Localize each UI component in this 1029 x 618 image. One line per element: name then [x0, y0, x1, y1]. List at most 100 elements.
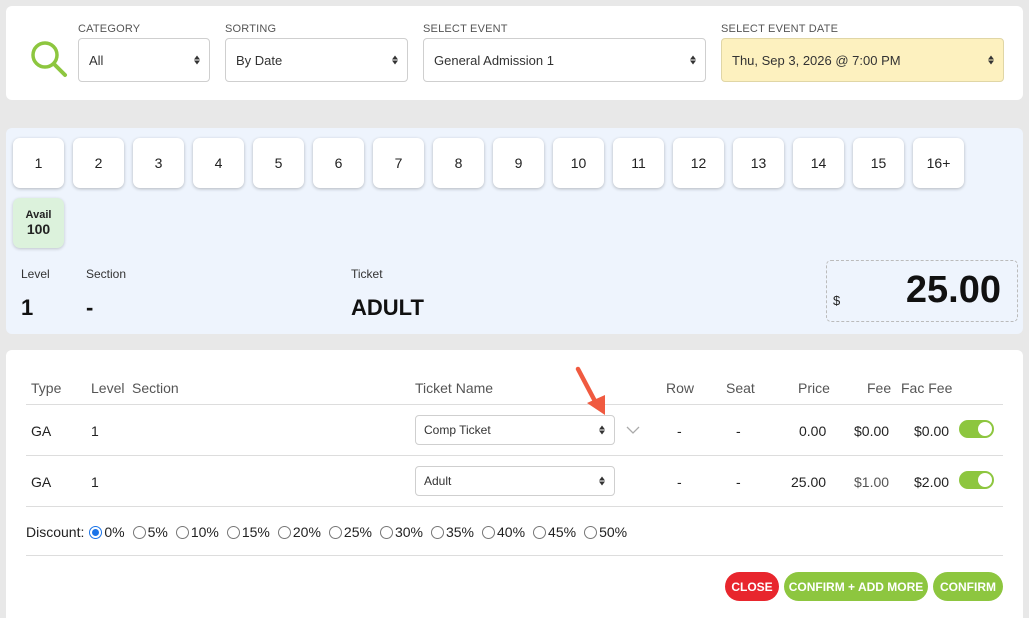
discount-option-15[interactable]: 15%	[226, 524, 270, 540]
sorting-select[interactable]: By Date	[225, 38, 408, 82]
row2-level: 1	[91, 474, 99, 490]
radio-icon[interactable]	[277, 525, 291, 539]
red-arrow-pointer-icon	[575, 366, 605, 415]
quantity-panel: 1 2 3 4 5 6 7 8 9 10 11 12 13 14 15 16+ …	[6, 128, 1023, 334]
quantity-button-9[interactable]: 9	[493, 138, 544, 188]
row2-ticket-select[interactable]: Adult	[415, 466, 615, 496]
quantity-button-7[interactable]: 7	[373, 138, 424, 188]
event-value: General Admission 1	[434, 52, 554, 68]
quantity-button-16plus[interactable]: 16+	[913, 138, 964, 188]
discount-option-0[interactable]: 0%	[89, 524, 125, 540]
discount-option-35[interactable]: 35%	[430, 524, 474, 540]
quantity-button-12[interactable]: 12	[673, 138, 724, 188]
row1-fac-fee: $0.00	[914, 423, 950, 439]
quantity-button-15[interactable]: 15	[853, 138, 904, 188]
quantity-button-10[interactable]: 10	[553, 138, 604, 188]
quantity-button-5[interactable]: 5	[253, 138, 304, 188]
confirm-add-more-button[interactable]: CONFIRM + ADD MORE	[784, 572, 928, 601]
quantity-button-4[interactable]: 4	[193, 138, 244, 188]
ticket-value: ADULT	[351, 295, 424, 320]
discount-option-20[interactable]: 20%	[277, 524, 321, 540]
radio-icon[interactable]	[132, 525, 146, 539]
section-value: -	[86, 295, 94, 320]
section-label: Section	[86, 267, 127, 281]
row1-ticket-name: Comp Ticket	[424, 423, 491, 437]
price-amount: 25.00	[905, 269, 1001, 311]
sorting-value: By Date	[236, 52, 283, 68]
select-arrows-icon	[599, 425, 605, 435]
row2-ticket-name: Adult	[424, 474, 452, 488]
divider	[26, 404, 1003, 405]
row2-fac-fee: $2.00	[914, 474, 950, 490]
category-label: CATEGORY	[78, 23, 141, 35]
select-arrows-icon	[690, 55, 696, 65]
price-display: $ 25.00	[826, 260, 1018, 322]
level-value: 1	[21, 295, 34, 320]
discount-option-40[interactable]: 40%	[482, 524, 525, 540]
avail-label: Avail	[25, 209, 52, 221]
event-select[interactable]: General Admission 1	[423, 38, 706, 82]
row2-toggle[interactable]	[959, 471, 994, 489]
quantity-button-11[interactable]: 11	[613, 138, 664, 188]
header-type: Type	[31, 380, 62, 396]
discount-option-30[interactable]: 30%	[379, 524, 423, 540]
avail-value: 100	[26, 221, 51, 237]
discount-option-5[interactable]: 5%	[132, 524, 168, 540]
radio-icon[interactable]	[430, 525, 444, 539]
availability-badge: Avail 100	[13, 198, 64, 248]
row2-fee: $1.00	[854, 474, 890, 490]
close-button[interactable]: CLOSE	[725, 572, 779, 601]
quantity-button-13[interactable]: 13	[733, 138, 784, 188]
discount-option-45[interactable]: 45%	[533, 524, 576, 540]
row1-toggle[interactable]	[959, 420, 994, 438]
quantity-button-14[interactable]: 14	[793, 138, 844, 188]
row1-type: GA	[31, 423, 52, 439]
select-arrows-icon	[988, 55, 994, 65]
discount-option-25[interactable]: 25%	[328, 524, 372, 540]
header-price: Price	[798, 380, 830, 396]
header-seat: Seat	[726, 380, 755, 396]
radio-icon[interactable]	[89, 525, 103, 539]
row1-level: 1	[91, 423, 99, 439]
quantity-button-2[interactable]: 2	[73, 138, 124, 188]
radio-icon[interactable]	[328, 525, 342, 539]
radio-icon[interactable]	[379, 525, 393, 539]
select-arrows-icon	[599, 476, 605, 486]
header-ticket-name: Ticket Name	[415, 380, 494, 396]
row1-seat: -	[736, 423, 741, 439]
event-label: SELECT EVENT	[423, 23, 508, 35]
event-date-value: Thu, Sep 3, 2026 @ 7:00 PM	[732, 52, 901, 68]
event-date-field: SELECT EVENT DATE Thu, Sep 3, 2026 @ 7:0…	[721, 23, 1004, 82]
ticket-table-panel: Type Level Section Ticket Name Row Seat …	[6, 350, 1023, 618]
radio-icon[interactable]	[533, 525, 547, 539]
filter-panel: CATEGORY All SORTING By Date SELECT EVEN…	[6, 6, 1023, 100]
chevron-down-icon[interactable]	[626, 423, 640, 437]
quantity-button-6[interactable]: 6	[313, 138, 364, 188]
row1-fee: $0.00	[854, 423, 890, 439]
radio-icon[interactable]	[584, 525, 598, 539]
divider	[26, 455, 1003, 456]
confirm-button[interactable]: CONFIRM	[933, 572, 1003, 601]
row2-row: -	[677, 474, 682, 490]
quantity-button-3[interactable]: 3	[133, 138, 184, 188]
ticket-label: Ticket	[351, 267, 383, 281]
currency-symbol: $	[833, 293, 841, 308]
sorting-label: SORTING	[225, 23, 277, 35]
search-icon[interactable]	[28, 38, 70, 80]
radio-icon[interactable]	[226, 525, 240, 539]
radio-icon[interactable]	[482, 525, 496, 539]
category-select[interactable]: All	[78, 38, 210, 82]
level-label: Level	[21, 267, 50, 281]
event-date-select[interactable]: Thu, Sep 3, 2026 @ 7:00 PM	[721, 38, 1004, 82]
select-arrows-icon	[194, 55, 200, 65]
quantity-button-8[interactable]: 8	[433, 138, 484, 188]
header-fac-fee: Fac Fee	[901, 380, 953, 396]
divider	[26, 555, 1003, 556]
discount-option-50[interactable]: 50%	[584, 524, 627, 540]
quantity-button-1[interactable]: 1	[13, 138, 64, 188]
discount-option-10[interactable]: 10%	[175, 524, 219, 540]
radio-icon[interactable]	[175, 525, 189, 539]
row1-price: 0.00	[799, 423, 827, 439]
category-field: CATEGORY All	[78, 23, 210, 82]
header-fee: Fee	[867, 380, 892, 396]
